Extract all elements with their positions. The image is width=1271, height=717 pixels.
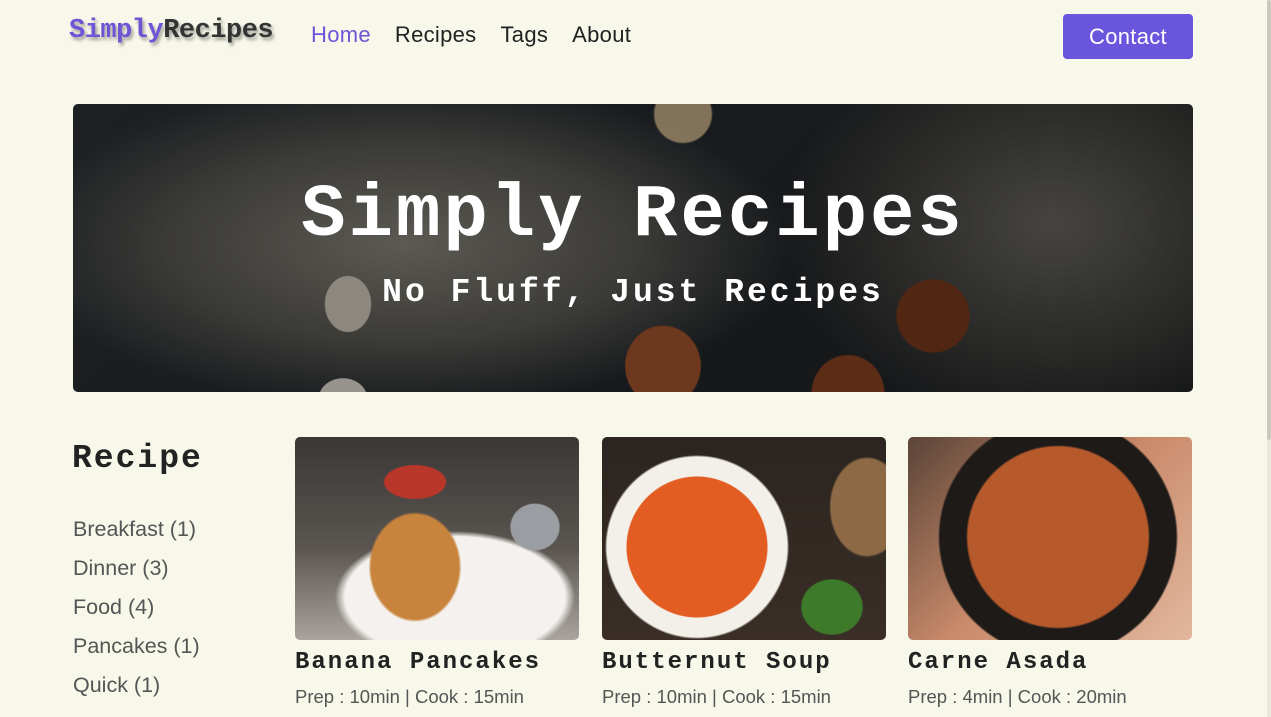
hero-subtitle: No Fluff, Just Recipes bbox=[382, 274, 884, 311]
recipe-card-banana-pancakes[interactable]: Banana Pancakes Prep : 10min | Cook : 15… bbox=[295, 437, 579, 708]
site-logo[interactable]: SimplyRecipes bbox=[69, 16, 274, 46]
tag-list: Breakfast (1) Dinner (3) Food (4) Pancak… bbox=[73, 517, 200, 712]
recipe-meta: Prep : 4min | Cook : 20min bbox=[908, 686, 1127, 707]
recipe-meta: Prep : 10min | Cook : 15min bbox=[602, 686, 831, 707]
tag-item: Breakfast (1) bbox=[73, 517, 200, 556]
nav-link-about[interactable]: About bbox=[572, 22, 631, 48]
nav-link-recipes[interactable]: Recipes bbox=[395, 22, 477, 48]
tag-link-pancakes[interactable]: Pancakes (1) bbox=[73, 634, 200, 658]
recipe-image-soup[interactable] bbox=[602, 437, 886, 640]
tag-item: Food (4) bbox=[73, 595, 200, 634]
recipe-card-carne-asada[interactable]: Carne Asada Prep : 4min | Cook : 20min bbox=[908, 437, 1192, 708]
recipe-name[interactable]: Carne Asada bbox=[908, 649, 1192, 676]
scrollbar-thumb[interactable] bbox=[1267, 0, 1271, 440]
recipe-name[interactable]: Banana Pancakes bbox=[295, 649, 579, 676]
contact-button[interactable]: Contact bbox=[1063, 14, 1193, 59]
hero-banner: Simply Recipes No Fluff, Just Recipes bbox=[73, 104, 1193, 392]
nav-link-tags[interactable]: Tags bbox=[500, 22, 548, 48]
tag-link-breakfast[interactable]: Breakfast (1) bbox=[73, 517, 196, 541]
top-nav: SimplyRecipes Home Recipes Tags About Co… bbox=[0, 0, 1267, 74]
tag-item: Quick (1) bbox=[73, 673, 200, 712]
recipe-image-carne-asada[interactable] bbox=[908, 437, 1192, 640]
sidebar-title: Recipe bbox=[72, 440, 203, 477]
recipe-image-pancakes[interactable] bbox=[295, 437, 579, 640]
recipe-card-butternut-soup[interactable]: Butternut Soup Prep : 10min | Cook : 15m… bbox=[602, 437, 886, 708]
logo-part-recipes: Recipes bbox=[163, 16, 274, 46]
tag-link-quick[interactable]: Quick (1) bbox=[73, 673, 160, 697]
tag-item: Dinner (3) bbox=[73, 556, 200, 595]
hero-title: Simply Recipes bbox=[301, 174, 965, 258]
recipe-meta: Prep : 10min | Cook : 15min bbox=[295, 686, 524, 707]
recipe-name[interactable]: Butternut Soup bbox=[602, 649, 886, 676]
logo-part-simply: Simply bbox=[69, 16, 164, 46]
page-scrollbar[interactable] bbox=[1267, 0, 1271, 717]
tag-link-food[interactable]: Food (4) bbox=[73, 595, 154, 619]
nav-links: Home Recipes Tags About bbox=[311, 22, 631, 48]
tag-link-dinner[interactable]: Dinner (3) bbox=[73, 556, 169, 580]
nav-link-home[interactable]: Home bbox=[311, 22, 371, 48]
tag-item: Pancakes (1) bbox=[73, 634, 200, 673]
